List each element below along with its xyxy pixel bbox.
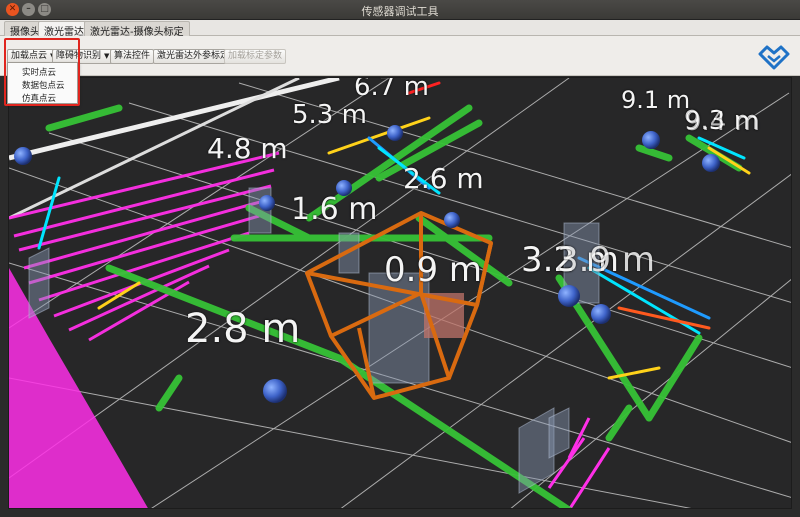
toolbar: 加载点云▼ 障碍物识别▼ 算法控件 激光雷达外参标定 加载标定参数 (0, 36, 800, 76)
distance-label: 2.6 m (403, 162, 484, 195)
load-calibration-params-button: 加载标定参数 (224, 49, 287, 64)
menu-item-rosbag-cloud[interactable]: 数据包点云 (22, 79, 65, 91)
distance-label: 9.1 m (621, 86, 691, 114)
menu-item-realtime-cloud[interactable]: 实时点云 (22, 66, 56, 78)
distance-label: 1.6 m (291, 192, 378, 227)
tab-lidar-camera-calibration[interactable]: 激光雷达-摄像头标定 (84, 21, 190, 38)
menu-item-simulation-cloud[interactable]: 仿真点云 (22, 92, 56, 104)
obstacle-recognition-label: 障碍物识别 (56, 51, 102, 61)
algorithm-control-button[interactable]: 算法控件 (110, 49, 155, 64)
chevron-down-icon: ▼ (104, 52, 110, 60)
pointcloud-viewport[interactable]: 6.7 m 5.3 m 4.8 m 9.1 m 9.3 m 9.4 m 2.6 … (8, 77, 792, 509)
distance-label: 5.3 m (292, 100, 367, 130)
tab-bar: 摄像头 激光雷达 激光雷达-摄像头标定 (0, 20, 800, 38)
distance-label: 3.9 m (557, 240, 655, 280)
load-cloud-menu: 实时点云 数据包点云 仿真点云 (7, 62, 78, 104)
lidar-extrinsic-calibration-button[interactable]: 激光雷达外参标定 (153, 49, 234, 64)
distance-label: 0.9 m (384, 250, 482, 290)
window-titlebar: ✕ – □ 传感器调试工具 (0, 0, 800, 20)
tab-lidar[interactable]: 激光雷达 (38, 21, 90, 38)
distance-label: 4.8 m (207, 132, 288, 165)
company-logo-icon (758, 45, 790, 70)
pointcloud-render (9, 78, 791, 508)
distance-label: 6.7 m (354, 77, 429, 102)
distance-label: 9.4 m (685, 107, 760, 137)
distance-label: 2.8 m (185, 306, 301, 352)
load-cloud-label: 加载点云 (11, 51, 48, 61)
window-title: 传感器调试工具 (361, 5, 439, 18)
